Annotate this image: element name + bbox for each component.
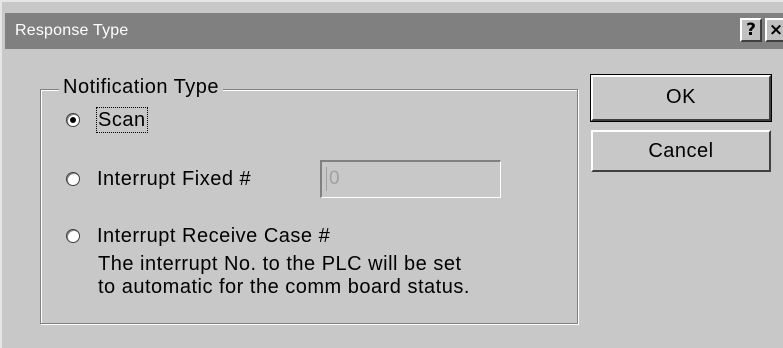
help-icon[interactable]: ? <box>740 18 762 42</box>
radio-interrupt-fixed-indicator[interactable] <box>66 172 80 186</box>
text-cursor <box>326 167 327 191</box>
group-label: Notification Type <box>59 76 223 99</box>
window-title: Response Type <box>15 22 129 39</box>
radio-interrupt-fixed[interactable]: Interrupt Fixed # <box>66 167 251 191</box>
ok-button[interactable]: OK <box>590 74 772 122</box>
note-line-2: to automatic for the comm board status. <box>98 276 470 298</box>
interrupt-note: The interrupt No. to the PLC will be set… <box>98 253 470 299</box>
close-icon[interactable]: × <box>765 18 783 42</box>
title-bar[interactable]: Response Type ? × <box>5 13 783 49</box>
radio-interrupt-receive-case-label[interactable]: Interrupt Receive Case # <box>97 224 330 248</box>
response-type-dialog: Response Type ? × Notification Type Scan… <box>0 0 783 348</box>
radio-scan-label[interactable]: Scan <box>96 107 148 133</box>
interrupt-fixed-number-field[interactable]: 0 <box>320 160 501 198</box>
radio-scan[interactable]: Scan <box>66 107 148 133</box>
radio-interrupt-receive-case-indicator[interactable] <box>66 229 80 243</box>
note-line-1: The interrupt No. to the PLC will be set <box>98 253 462 275</box>
radio-scan-indicator[interactable] <box>66 113 80 127</box>
radio-interrupt-receive-case[interactable]: Interrupt Receive Case # <box>66 224 330 248</box>
radio-interrupt-fixed-label[interactable]: Interrupt Fixed # <box>97 167 251 191</box>
cancel-button[interactable]: Cancel <box>591 130 771 172</box>
interrupt-fixed-number-value: 0 <box>329 168 340 189</box>
